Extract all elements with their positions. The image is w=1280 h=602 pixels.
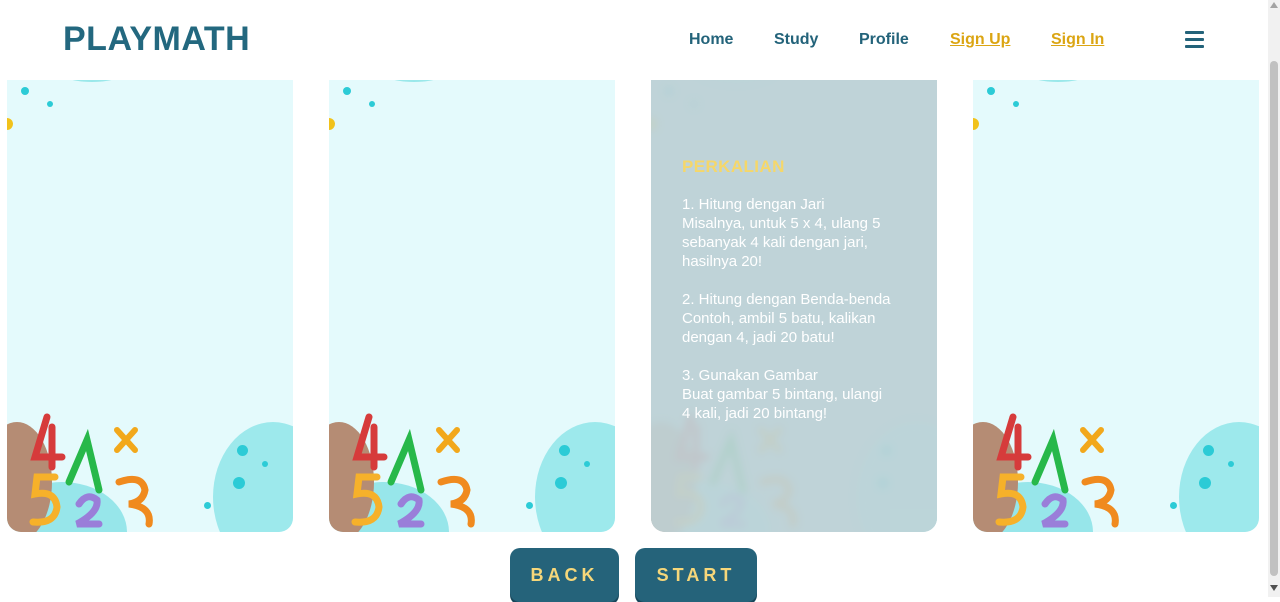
tip-line: hasilnya 20! [682, 253, 763, 270]
start-button[interactable]: START [635, 548, 757, 602]
math-numbers-icon [351, 413, 475, 528]
scroll-down-arrow-icon[interactable] [1270, 585, 1278, 591]
card-title: PERKALIAN [682, 157, 785, 176]
tip-heading: 3. Gunakan Gambar [682, 367, 818, 384]
card-illustration [7, 62, 293, 532]
math-numbers-icon [29, 413, 153, 528]
nav-home-link[interactable]: Home [689, 31, 733, 49]
card-content: PERKALIAN 1. Hitung dengan Jari Misalnya… [682, 157, 917, 442]
tip-line: Misalnya, untuk 5 x 4, ulang 5 [682, 215, 881, 232]
hamburger-menu-icon[interactable] [1185, 31, 1204, 48]
site-logo[interactable]: PLAYMATH [63, 20, 250, 59]
tip-line: Contoh, ambil 5 batu, kalikan [682, 310, 876, 327]
nav-study-link[interactable]: Study [774, 31, 818, 49]
tip-3: 3. Gunakan Gambar Buat gambar 5 bintang,… [682, 366, 917, 423]
card-illustration [973, 62, 1259, 532]
tip-line: dengan 4, jadi 20 batu! [682, 329, 835, 346]
card-illustration [329, 62, 615, 532]
lesson-card-2[interactable] [329, 62, 615, 532]
scroll-up-arrow-icon[interactable] [1270, 2, 1278, 8]
tip-2: 2. Hitung dengan Benda-benda Contoh, amb… [682, 290, 917, 347]
tip-heading: 2. Hitung dengan Benda-benda [682, 291, 891, 308]
nav-signup-link[interactable]: Sign Up [950, 31, 1010, 49]
math-numbers-icon [995, 413, 1119, 528]
lesson-card-4[interactable] [973, 62, 1259, 532]
tip-line: Buat gambar 5 bintang, ulangi [682, 386, 883, 403]
tip-1: 1. Hitung dengan Jari Misalnya, untuk 5 … [682, 195, 917, 271]
tip-line: sebanyak 4 kali dengan jari, [682, 234, 868, 251]
lesson-card-perkalian[interactable]: PERKALIAN 1. Hitung dengan Jari Misalnya… [651, 62, 937, 532]
scrollbar-thumb[interactable] [1270, 61, 1278, 576]
back-button[interactable]: BACK [510, 548, 619, 602]
tip-heading: 1. Hitung dengan Jari [682, 196, 825, 213]
nav-signin-link[interactable]: Sign In [1051, 31, 1104, 49]
nav-profile-link[interactable]: Profile [859, 31, 909, 49]
page-scrollbar[interactable] [1268, 0, 1280, 597]
lesson-card-1[interactable] [7, 62, 293, 532]
site-header: PLAYMATH Home Study Profile Sign Up Sign… [0, 0, 1268, 80]
tip-line: 4 kali, jadi 20 bintang! [682, 405, 828, 422]
